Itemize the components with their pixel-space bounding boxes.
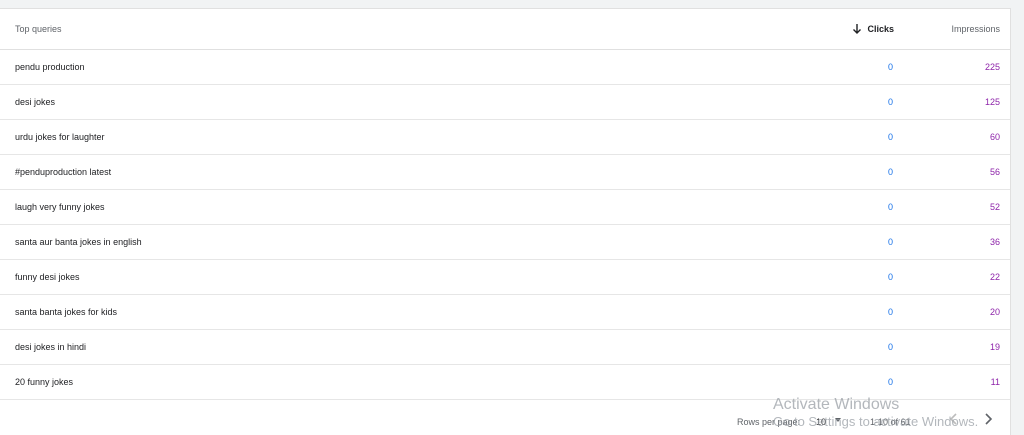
impressions-cell: 52 xyxy=(989,202,1000,212)
impressions-cell: 125 xyxy=(984,97,1000,107)
clicks-cell: 0 xyxy=(887,132,893,142)
clicks-cell: 0 xyxy=(887,62,893,72)
query-cell: urdu jokes for laughter xyxy=(15,132,105,142)
impressions-cell: 56 xyxy=(989,167,1000,177)
query-cell: laugh very funny jokes xyxy=(15,202,105,212)
rows-per-page-label: Rows per page: xyxy=(737,417,801,427)
query-cell: desi jokes in hindi xyxy=(15,342,87,352)
impressions-cell: 19 xyxy=(989,342,1000,352)
table-row[interactable]: 20 funny jokes 0 11 xyxy=(0,365,1010,400)
table-row[interactable]: pendu production 0 225 xyxy=(0,50,1010,85)
table-row[interactable]: desi jokes in hindi 0 19 xyxy=(0,330,1010,365)
query-cell: santa banta jokes for kids xyxy=(15,307,118,317)
table-row[interactable]: #penduproduction latest 0 56 xyxy=(0,155,1010,190)
query-cell: 20 funny jokes xyxy=(15,377,74,387)
top-queries-header[interactable]: Top queries xyxy=(15,24,62,34)
impressions-cell: 225 xyxy=(984,62,1000,72)
clicks-cell: 0 xyxy=(887,167,893,177)
table-row[interactable]: funny desi jokes 0 22 xyxy=(0,260,1010,295)
clicks-cell: 0 xyxy=(887,202,893,212)
clicks-cell: 0 xyxy=(887,377,893,387)
clicks-cell: 0 xyxy=(887,307,893,317)
clicks-header[interactable]: Clicks xyxy=(852,23,894,35)
impressions-cell: 22 xyxy=(989,272,1000,282)
query-cell: santa aur banta jokes in english xyxy=(15,237,142,247)
clicks-cell: 0 xyxy=(887,272,893,282)
table-row[interactable]: desi jokes 0 125 xyxy=(0,85,1010,120)
clicks-cell: 0 xyxy=(887,97,893,107)
chevron-left-icon[interactable] xyxy=(946,411,962,427)
table-footer: Rows per page: 10 1-10 of 61 xyxy=(0,401,1010,435)
clicks-header-label: Clicks xyxy=(867,24,894,34)
dropdown-caret-icon[interactable] xyxy=(835,418,841,422)
query-cell: pendu production xyxy=(15,62,85,72)
impressions-header[interactable]: Impressions xyxy=(951,24,1000,34)
table-header: Top queries Clicks Impressions xyxy=(0,9,1010,50)
impressions-cell: 20 xyxy=(989,307,1000,317)
table-row[interactable]: santa banta jokes for kids 0 20 xyxy=(0,295,1010,330)
query-cell: funny desi jokes xyxy=(15,272,80,282)
clicks-cell: 0 xyxy=(887,342,893,352)
impressions-cell: 11 xyxy=(990,377,1000,387)
impressions-cell: 60 xyxy=(989,132,1000,142)
top-queries-table: Top queries Clicks Impressions pendu pro… xyxy=(0,8,1011,435)
pagination-range: 1-10 of 61 xyxy=(870,417,911,427)
arrow-down-icon xyxy=(853,24,862,34)
impressions-cell: 36 xyxy=(989,237,1000,247)
chevron-right-icon[interactable] xyxy=(980,411,996,427)
table-row[interactable]: urdu jokes for laughter 0 60 xyxy=(0,120,1010,155)
query-cell: #penduproduction latest xyxy=(15,167,112,177)
table-row[interactable]: laugh very funny jokes 0 52 xyxy=(0,190,1010,225)
clicks-cell: 0 xyxy=(887,237,893,247)
rows-per-page-select[interactable]: 10 xyxy=(816,417,826,427)
table-row[interactable]: santa aur banta jokes in english 0 36 xyxy=(0,225,1010,260)
query-cell: desi jokes xyxy=(15,97,56,107)
